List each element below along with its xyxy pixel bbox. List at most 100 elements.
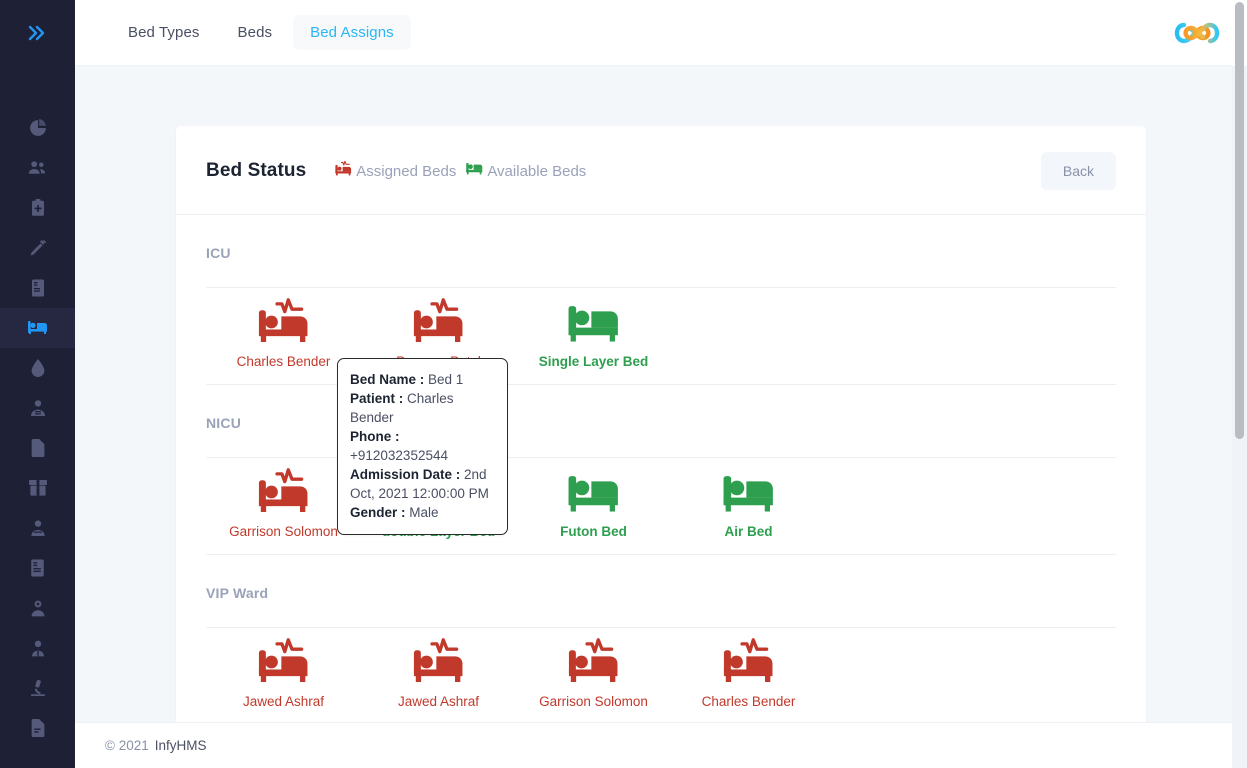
bed-assigned-icon xyxy=(334,161,353,181)
ward-title: VIP Ward xyxy=(206,555,1116,627)
bed-status-card: Bed Status Assigned Beds Ava xyxy=(176,126,1146,722)
tab-bed-types[interactable]: Bed Types xyxy=(111,15,217,50)
legend: Assigned Beds Available Beds xyxy=(334,161,586,181)
sidebar-item-prescriptions[interactable] xyxy=(0,548,75,588)
bed-label: Garrison Solomon xyxy=(229,524,338,540)
footer: © 2021 InfyHMS xyxy=(75,722,1247,768)
legend-assigned: Assigned Beds xyxy=(334,161,456,181)
file-report-icon xyxy=(30,719,45,737)
bed-cell[interactable]: Garrison Solomon xyxy=(516,646,671,710)
receptionist-icon xyxy=(29,640,47,657)
tooltip-row-label: Phone : xyxy=(350,429,400,444)
sidebar-item-receptionists[interactable] xyxy=(0,628,75,668)
sidebar-item-reports[interactable] xyxy=(0,428,75,468)
content-area: Bed Status Assigned Beds Ava xyxy=(75,66,1247,722)
bed-assigned-icon xyxy=(407,646,471,686)
footer-app-name: InfyHMS xyxy=(155,738,207,753)
sidebar xyxy=(0,0,75,768)
scrollbar-thumb[interactable] xyxy=(1235,2,1244,439)
document-icon xyxy=(30,439,45,457)
sidebar-item-billing[interactable] xyxy=(0,268,75,308)
bed-assigned-icon xyxy=(252,476,316,516)
bed-available-icon xyxy=(465,162,484,180)
app-root: Bed Types Beds Bed Assigns xyxy=(0,0,1247,768)
tooltip-row-value: Male xyxy=(406,505,439,520)
back-button[interactable]: Back xyxy=(1041,152,1116,190)
bed-label: Jawed Ashraf xyxy=(243,694,324,710)
sidebar-item-dashboard[interactable] xyxy=(0,108,75,148)
tooltip-row-label: Patient : xyxy=(350,391,403,406)
bed-cell[interactable]: Air Bed xyxy=(671,476,826,540)
bed-available-icon xyxy=(564,306,624,346)
topbar: Bed Types Beds Bed Assigns xyxy=(75,0,1247,66)
sidebar-item-nurses[interactable] xyxy=(0,388,75,428)
tab-beds[interactable]: Beds xyxy=(221,15,290,50)
sidebar-item-documents[interactable] xyxy=(0,708,75,748)
sidebar-item-cases[interactable] xyxy=(0,188,75,228)
tooltip-row-label: Admission Date : xyxy=(350,467,460,482)
tab-bar: Bed Types Beds Bed Assigns xyxy=(111,15,411,50)
clipboard-medical-icon xyxy=(30,199,46,217)
blood-drop-icon xyxy=(31,359,45,377)
bed-assigned-icon xyxy=(717,646,781,686)
sidebar-item-vaccinations[interactable] xyxy=(0,228,75,268)
nurse-icon xyxy=(29,399,47,417)
sidebar-item-beds[interactable] xyxy=(0,308,75,348)
bed-cell[interactable]: Single Layer Bed xyxy=(516,306,671,370)
bed-label: Air Bed xyxy=(724,524,772,540)
bed-tooltip: Bed Name : Bed 1Patient : Charles Bender… xyxy=(337,358,508,535)
bed-available-icon xyxy=(719,476,779,516)
bed-label: Charles Bender xyxy=(237,354,331,370)
tooltip-row: Phone : +912032352544 xyxy=(350,427,495,465)
wards-container: ICUCharles BenderParveen PatelSingle Lay… xyxy=(176,215,1146,722)
sidebar-item-inventory[interactable] xyxy=(0,468,75,508)
sidebar-item-pathology[interactable] xyxy=(0,668,75,708)
tooltip-row-value: Bed 1 xyxy=(424,372,463,387)
bed-assigned-icon xyxy=(252,306,316,346)
bed-cell[interactable]: Jawed Ashraf xyxy=(206,646,361,710)
sidebar-item-patients[interactable] xyxy=(0,148,75,188)
bed-assigned-icon xyxy=(252,646,316,686)
tooltip-row: Patient : Charles Bender xyxy=(350,389,495,427)
tooltip-row: Bed Name : Bed 1 xyxy=(350,370,495,389)
sidebar-toggle-button[interactable] xyxy=(0,0,75,66)
bed-cell[interactable]: Futon Bed xyxy=(516,476,671,540)
microscope-icon xyxy=(29,679,47,697)
page-scrollbar[interactable] xyxy=(1232,0,1247,768)
bed-label: Futon Bed xyxy=(560,524,627,540)
main-column: Bed Types Beds Bed Assigns xyxy=(75,0,1247,768)
invoice-icon xyxy=(30,279,46,297)
syringe-icon xyxy=(29,239,47,257)
bed-icon xyxy=(27,320,49,336)
footer-copyright: © 2021 xyxy=(105,738,149,753)
bed-cell[interactable]: Charles Bender xyxy=(671,646,826,710)
bed-available-icon xyxy=(564,476,624,516)
doctor-icon xyxy=(29,600,47,617)
tooltip-row: Admission Date : 2nd Oct, 2021 12:00:00 … xyxy=(350,465,495,503)
infinity-logo-icon[interactable] xyxy=(1171,18,1223,48)
sidebar-item-blood-bank[interactable] xyxy=(0,348,75,388)
pie-chart-icon xyxy=(29,119,47,137)
file-medical-icon xyxy=(30,559,45,577)
tooltip-row-value: +912032352544 xyxy=(350,448,448,463)
card-header: Bed Status Assigned Beds Ava xyxy=(176,126,1146,215)
sidebar-item-staff[interactable] xyxy=(0,508,75,548)
ward-bed-row: Jawed Ashraf Jawed Ashraf Garrison Solomon… xyxy=(206,627,1116,722)
bed-label: Charles Bender xyxy=(702,694,796,710)
bed-cell[interactable]: Jawed Ashraf xyxy=(361,646,516,710)
bed-label: Jawed Ashraf xyxy=(398,694,479,710)
page-title: Bed Status xyxy=(206,160,306,182)
package-icon xyxy=(29,480,47,496)
ward-section: VIP Ward Jawed Ashraf Jawed Ashraf Garrison… xyxy=(206,555,1116,722)
users-icon xyxy=(28,159,47,177)
tab-bed-assigns[interactable]: Bed Assigns xyxy=(293,15,411,50)
bed-assigned-icon xyxy=(407,306,471,346)
tooltip-row-label: Bed Name : xyxy=(350,372,424,387)
bed-assigned-icon xyxy=(562,646,626,686)
tooltip-row-label: Gender : xyxy=(350,505,406,520)
sidebar-item-doctors[interactable] xyxy=(0,588,75,628)
bed-label: Garrison Solomon xyxy=(539,694,648,710)
ward-title: ICU xyxy=(206,215,1116,287)
bed-label: Single Layer Bed xyxy=(539,354,649,370)
person-group-icon xyxy=(29,520,47,537)
